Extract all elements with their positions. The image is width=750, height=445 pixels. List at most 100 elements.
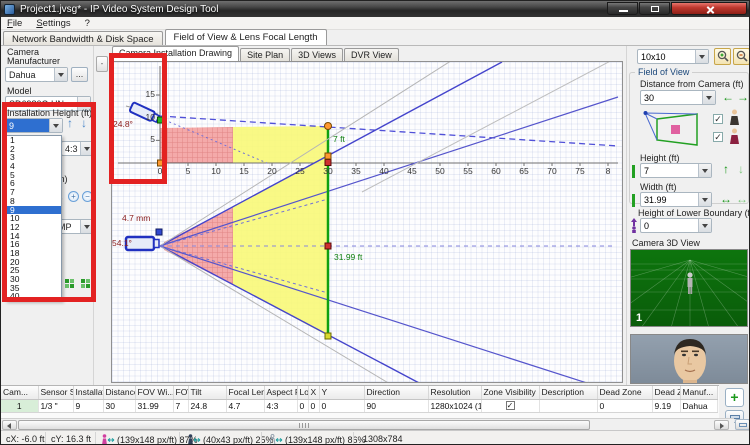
width-shrink-arrow-icon[interactable]: ↔ xyxy=(736,192,748,206)
main-tab[interactable]: Network Bandwidth & Disk Space xyxy=(3,31,163,45)
cell-tilt[interactable]: 24.8 xyxy=(188,399,226,412)
table-column-header[interactable]: Tilt xyxy=(188,386,226,399)
table-column-header[interactable]: FOV Heig... xyxy=(173,386,188,399)
cell-x[interactable]: 0 xyxy=(308,399,319,412)
table-column-header[interactable]: Dead Zone xyxy=(597,386,652,399)
table-column-header[interactable]: Resolution xyxy=(428,386,481,399)
grid-icon[interactable] xyxy=(81,279,90,288)
zoom-out-circle-icon[interactable]: − xyxy=(82,191,93,202)
chevron-down-icon[interactable] xyxy=(695,50,708,63)
installation-drawing-canvas[interactable]: 15105 0510152025303540455055606570758 24… xyxy=(111,61,623,383)
cell-cam[interactable]: 1 xyxy=(1,399,38,412)
cell-dead-zone-width[interactable]: 9.19 xyxy=(652,399,680,412)
height-down-arrow-icon[interactable]: ↓ xyxy=(81,116,87,130)
table-column-header[interactable]: Installat... xyxy=(73,386,103,399)
cell-manufacturer[interactable]: Dahua xyxy=(680,399,718,412)
close-button[interactable] xyxy=(671,2,747,15)
scroll-right-button[interactable] xyxy=(714,420,729,430)
cell-resolution[interactable]: 1280x1024 (1.3 MP xyxy=(428,399,481,412)
main-tab[interactable]: Field of View & Lens Focal Length xyxy=(165,29,327,45)
lower-boundary-select[interactable]: 0 xyxy=(640,218,712,233)
height-option[interactable]: 40 xyxy=(6,292,61,301)
zoom-in-circle-icon[interactable]: + xyxy=(68,191,79,202)
horizontal-scrollbar[interactable] xyxy=(1,418,734,430)
cell-description[interactable] xyxy=(539,399,597,412)
cell-lower[interactable]: 0 xyxy=(297,399,308,412)
table-column-header[interactable]: FOV Wi... xyxy=(135,386,173,399)
cell-dead-zone[interactable]: 0 xyxy=(597,399,652,412)
table-row[interactable]: 1 1/3 " 9 30 31.99 7 24.8 4.7 4:3 0 0 0 … xyxy=(1,399,718,412)
chevron-down-icon[interactable] xyxy=(80,220,93,233)
view-width-select[interactable]: 31.99 xyxy=(640,192,712,207)
browse-manufacturer-button[interactable]: ... xyxy=(71,67,88,82)
scroll-left-button[interactable] xyxy=(2,420,17,430)
identification-person-icon xyxy=(101,434,116,445)
move-farther-arrow-icon[interactable]: → xyxy=(737,90,749,104)
chevron-down-icon[interactable] xyxy=(54,68,67,81)
table-column-header[interactable]: Zone Visibility xyxy=(481,386,539,399)
chevron-down-icon[interactable] xyxy=(698,164,711,177)
table-column-header[interactable]: Direction xyxy=(364,386,428,399)
cell-sensor[interactable]: 1/3 " xyxy=(38,399,73,412)
corner-button[interactable] xyxy=(735,419,750,430)
maximize-button[interactable] xyxy=(639,2,670,15)
menu-item[interactable]: Settings xyxy=(36,18,70,29)
chevron-down-icon[interactable] xyxy=(49,119,62,132)
cell-focal[interactable]: 4.7 xyxy=(226,399,264,412)
cell-install[interactable]: 9 xyxy=(73,399,103,412)
table-column-header[interactable]: Sensor Si... xyxy=(38,386,73,399)
menu-item[interactable]: File xyxy=(7,18,22,29)
cell-direction[interactable]: 90 xyxy=(364,399,428,412)
collapse-panel-button[interactable]: - xyxy=(96,56,108,72)
aspect-ratio-select[interactable]: 4:3 xyxy=(61,141,94,156)
canvas-tab[interactable]: Camera Installation Drawing xyxy=(112,46,239,61)
cell-zone-visibility[interactable]: ✓ xyxy=(481,399,539,412)
minimize-button[interactable] xyxy=(607,2,638,15)
table-column-header[interactable]: Dead Zone Width xyxy=(652,386,680,399)
move-closer-arrow-icon[interactable]: ← xyxy=(722,90,734,104)
height-decrease-arrow-icon[interactable]: ↓ xyxy=(738,162,744,176)
cell-fov-width[interactable]: 31.99 xyxy=(135,399,173,412)
chevron-down-icon[interactable] xyxy=(702,91,715,104)
density1-status: (139x148 px/ft) 87% xyxy=(101,434,198,445)
chevron-down-icon[interactable] xyxy=(80,142,93,155)
cell-y[interactable]: 0 xyxy=(319,399,364,412)
person2-checkbox[interactable]: ✓ xyxy=(713,132,723,142)
grid-icon[interactable] xyxy=(65,279,74,288)
cell-aspect[interactable]: 4:3 xyxy=(264,399,297,412)
chevron-down-icon[interactable] xyxy=(698,193,711,206)
scrollbar-thumb[interactable] xyxy=(18,420,590,430)
table-column-header[interactable]: Cam... xyxy=(1,386,38,399)
menu-item[interactable]: ? xyxy=(85,18,90,29)
canvas-tab[interactable]: Site Plan xyxy=(240,48,290,61)
fov-pictogram-icon xyxy=(643,110,701,150)
cell-fov-height[interactable]: 7 xyxy=(173,399,188,412)
view-height-select[interactable]: 7 xyxy=(640,163,712,178)
table-column-header[interactable]: Aspect Ra... xyxy=(264,386,297,399)
table-column-header[interactable]: Distance xyxy=(103,386,135,399)
person1-checkbox[interactable]: ✓ xyxy=(713,114,723,124)
height-increase-arrow-icon[interactable]: ↑ xyxy=(723,162,729,176)
add-camera-button[interactable]: + xyxy=(725,388,744,407)
canvas-tab[interactable]: DVR View xyxy=(344,48,399,61)
zoom-in-button[interactable] xyxy=(714,48,731,65)
camera-3d-viewport[interactable]: 1 xyxy=(630,249,748,327)
grid-size-select[interactable]: 10x10 xyxy=(637,49,709,64)
table-column-header[interactable]: Y xyxy=(319,386,364,399)
table-column-header[interactable]: Focal Len... xyxy=(226,386,264,399)
canvas-tab[interactable]: 3D Views xyxy=(291,48,343,61)
table-column-header[interactable]: Lower Bou... xyxy=(297,386,308,399)
zoom-out-button[interactable] xyxy=(733,48,750,65)
chevron-down-icon[interactable] xyxy=(698,219,711,232)
table-column-header[interactable]: X xyxy=(308,386,319,399)
table-column-header[interactable]: Manuf... xyxy=(680,386,718,399)
manufacturer-select[interactable]: Dahua xyxy=(5,67,68,82)
table-column-header[interactable]: Description xyxy=(539,386,597,399)
installation-height-select[interactable]: 9 xyxy=(5,118,63,133)
zone-visibility-checkbox[interactable]: ✓ xyxy=(506,401,515,410)
cell-distance[interactable]: 30 xyxy=(103,399,135,412)
distance-select[interactable]: 30 xyxy=(640,90,716,105)
cursor-x-status: cX: -6.0 ft xyxy=(6,434,45,444)
width-expand-arrow-icon[interactable]: ↔ xyxy=(720,192,732,206)
height-up-arrow-icon[interactable]: ↑ xyxy=(67,116,73,130)
